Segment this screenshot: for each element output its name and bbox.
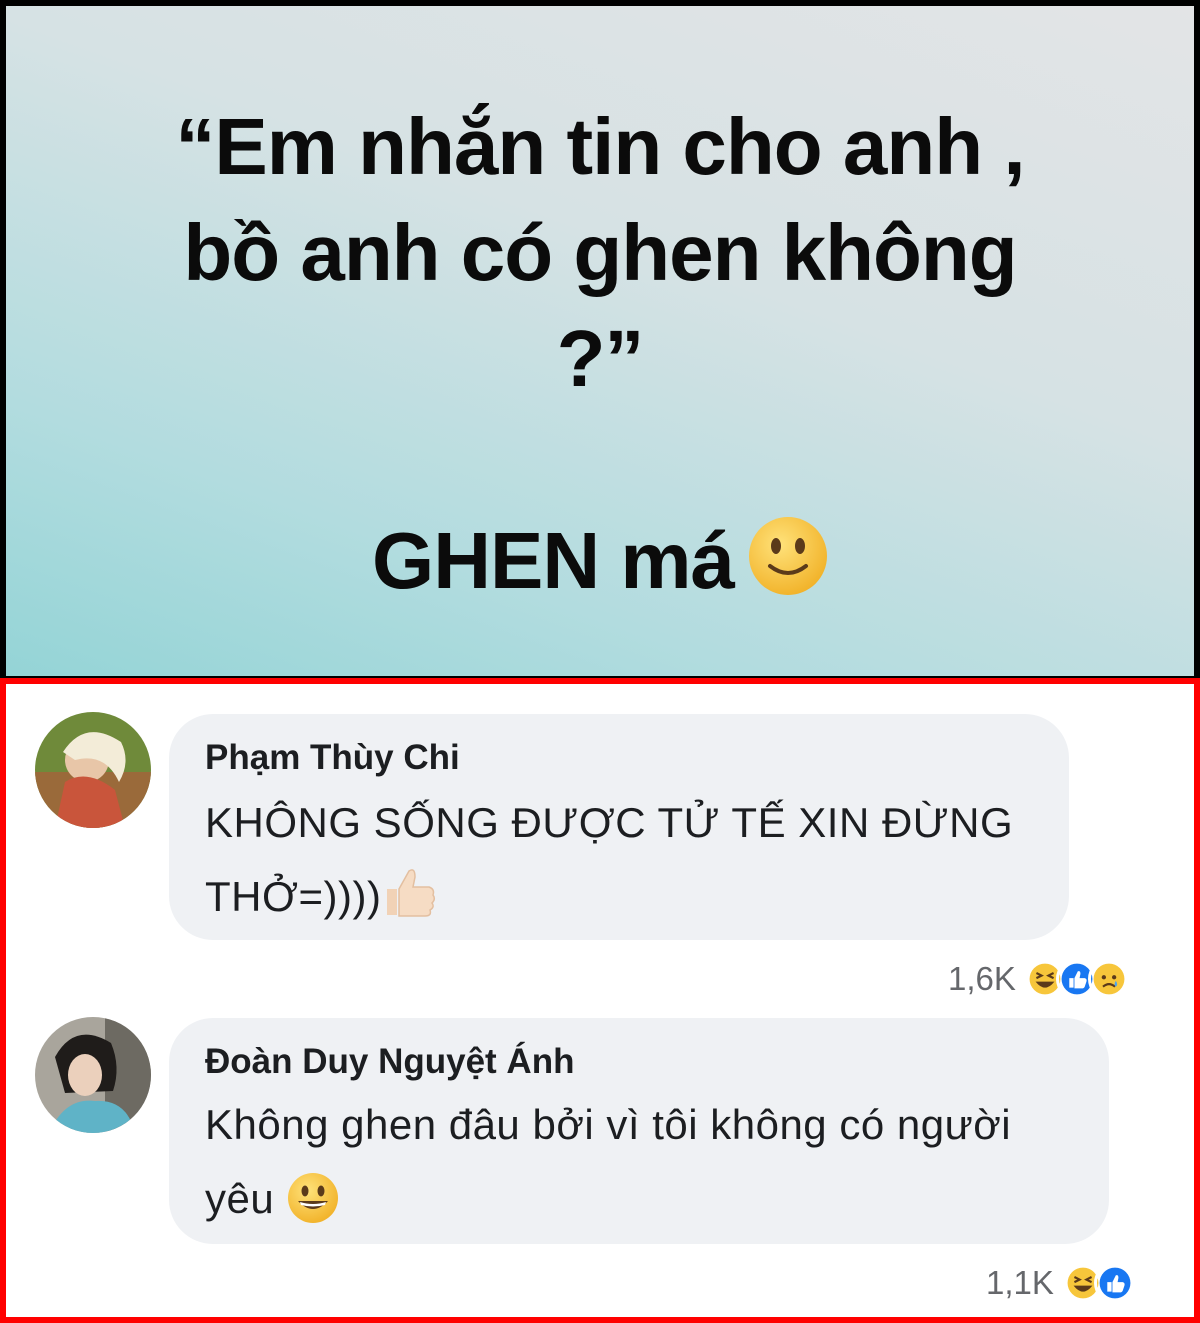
reaction-summary[interactable]: 1,6K <box>948 958 1130 1000</box>
comments-section: Phạm Thùy Chi KHÔNG SỐNG ĐƯỢC TỬ TẾ XIN … <box>0 678 1200 1323</box>
post-quote: “Em nhắn tin cho anh , bồ anh có ghen kh… <box>6 94 1194 412</box>
comment-text-line: Không ghen đâu bởi vì tôi không có người <box>205 1101 1012 1148</box>
slightly-smiling-face-icon <box>748 517 827 595</box>
quote-line-2: bồ anh có ghen không <box>183 208 1017 297</box>
avatar[interactable] <box>35 1017 151 1133</box>
comment-text-line: KHÔNG SỐNG ĐƯỢC TỬ TẾ XIN ĐỪNG <box>205 799 1014 846</box>
quote-line-1: “Em nhắn tin cho anh , <box>175 102 1025 191</box>
avatar-photo-icon <box>35 712 151 828</box>
comment-text: Không ghen đâu bởi vì tôi không có người… <box>205 1088 1011 1236</box>
comment-text-line: THỞ=)))) <box>205 860 1013 934</box>
post-answer: GHEN má <box>6 511 1194 611</box>
comment-author[interactable]: Đoàn Duy Nguyệt Ánh <box>205 1042 574 1082</box>
answer-text: GHEN má <box>372 516 735 605</box>
comment-text-line-2: THỞ=)))) <box>205 873 382 920</box>
comment-bubble: Đoàn Duy Nguyệt Ánh Không ghen đâu bởi v… <box>169 1018 1109 1244</box>
reaction-count: 1,1K <box>986 1264 1054 1301</box>
thumbs-up-icon <box>387 869 436 917</box>
sad-reaction-icon <box>1087 958 1130 1000</box>
reaction-count: 1,6K <box>948 960 1016 997</box>
post-image: “Em nhắn tin cho anh , bồ anh có ghen kh… <box>6 6 1194 676</box>
grinning-face-icon <box>288 1173 339 1223</box>
reaction-summary[interactable]: 1,1K <box>986 1262 1136 1304</box>
avatar[interactable] <box>35 712 151 828</box>
comment-text-line: yêu <box>205 1162 1011 1236</box>
like-reaction-icon <box>1093 1262 1136 1304</box>
comment-text: KHÔNG SỐNG ĐƯỢC TỬ TẾ XIN ĐỪNG THỞ=)))) <box>205 786 1013 934</box>
comment-author[interactable]: Phạm Thùy Chi <box>205 738 460 778</box>
avatar-photo-icon <box>35 1017 151 1133</box>
comment-text-line-2: yêu <box>205 1175 275 1222</box>
quote-line-3: ?” <box>556 314 645 403</box>
comment-bubble: Phạm Thùy Chi KHÔNG SỐNG ĐƯỢC TỬ TẾ XIN … <box>169 714 1069 940</box>
